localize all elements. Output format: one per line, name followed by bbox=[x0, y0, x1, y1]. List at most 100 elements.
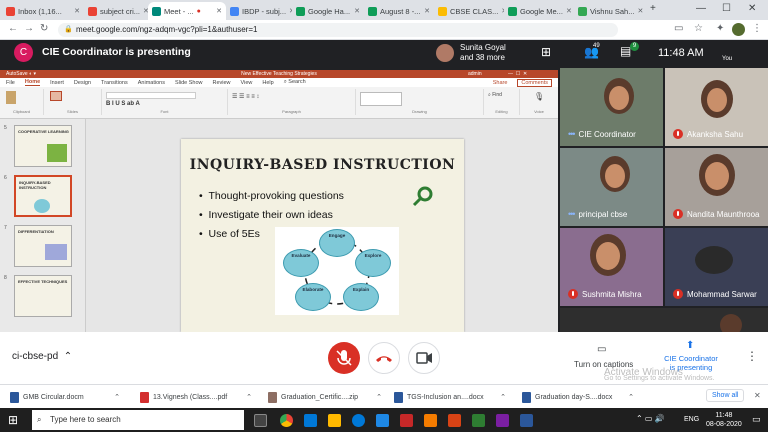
download-item[interactable]: Graduation_Certific....zip ⌃ bbox=[268, 390, 382, 404]
language-indicator[interactable]: ENG bbox=[684, 416, 699, 423]
new-slide-icon[interactable] bbox=[50, 91, 62, 101]
download-item[interactable]: 13.Vignesh (Class....pdf ⌃ bbox=[140, 390, 252, 404]
url-field[interactable]: 🔒 meet.google.com/ngz-adqm-vgc?pli=1&auth… bbox=[58, 23, 618, 37]
participant-tile[interactable]: Sushmita Mishra bbox=[560, 228, 663, 306]
participant-tile[interactable]: ••• CIE Coordinator bbox=[560, 68, 663, 146]
slide-thumbnail[interactable]: COOPERATIVE LEARNING bbox=[14, 125, 72, 167]
show-all-button[interactable]: Show all bbox=[706, 389, 745, 402]
task-view-icon[interactable] bbox=[254, 414, 267, 427]
download-item[interactable]: Graduation day-S....docx ⌃ bbox=[522, 390, 634, 404]
menu-review[interactable]: Review bbox=[213, 80, 231, 86]
chevron-up-icon[interactable]: ⌃ bbox=[114, 393, 120, 401]
notification-icon[interactable]: ▭ bbox=[752, 414, 761, 425]
excel-icon[interactable] bbox=[472, 414, 485, 427]
extensions-icon[interactable]: ✦ bbox=[716, 23, 724, 34]
tab-google-me[interactable]: Google Me... ✕ bbox=[504, 2, 574, 20]
app-icon[interactable] bbox=[400, 414, 413, 427]
menu-search[interactable]: ⌕ Search bbox=[284, 79, 306, 86]
slide-thumbnail-selected[interactable]: INQUIRY-BASED INSTRUCTION bbox=[14, 175, 72, 217]
tab-vishnu[interactable]: Vishnu Sah... ✕ bbox=[574, 2, 646, 20]
comments-button[interactable]: Comments bbox=[517, 78, 552, 87]
menu-design[interactable]: Design bbox=[74, 80, 91, 86]
new-tab-button[interactable]: + bbox=[650, 3, 656, 14]
close-icon[interactable]: ✕ bbox=[74, 7, 80, 15]
muted-mic-icon bbox=[568, 289, 578, 299]
participant-tile-partial[interactable] bbox=[560, 308, 768, 332]
menu-transitions[interactable]: Transitions bbox=[101, 80, 128, 86]
chevron-up-icon[interactable]: ⌃ bbox=[628, 393, 634, 401]
edge-icon[interactable] bbox=[304, 414, 317, 427]
app-icon[interactable] bbox=[496, 414, 509, 427]
paragraph-icons[interactable]: ☰ ☰ ≡ ≡ ↕ bbox=[232, 93, 259, 100]
download-item[interactable]: GMB Circular.docm ⌃ bbox=[10, 390, 120, 404]
star-icon[interactable]: ☆ bbox=[694, 23, 703, 34]
chrome-icon[interactable] bbox=[280, 414, 293, 427]
dictate-icon[interactable]: 🎙 bbox=[534, 92, 544, 101]
tab-google-ha[interactable]: Google Ha... ✕ bbox=[292, 2, 364, 20]
camera-toggle-button[interactable] bbox=[408, 342, 440, 374]
minimize-button[interactable]: — bbox=[696, 3, 706, 14]
end-call-button[interactable] bbox=[368, 342, 400, 374]
tab-august[interactable]: August 8 -... ✕ bbox=[364, 2, 434, 20]
paste-icon[interactable] bbox=[6, 91, 16, 104]
font-format-icons[interactable]: B I U S ab A bbox=[106, 101, 140, 107]
meeting-code[interactable]: ci-cbse-pd ⌃ bbox=[12, 351, 72, 362]
captions-icon[interactable]: ▭ bbox=[597, 344, 606, 355]
taskbar-search[interactable]: ⌕ Type here to search bbox=[32, 410, 244, 430]
word-icon[interactable] bbox=[520, 414, 533, 427]
more-options-icon[interactable]: ⋮ bbox=[746, 349, 758, 363]
taskbar-clock[interactable]: 11:48 08-08-2020 bbox=[706, 411, 742, 429]
explorer-icon[interactable] bbox=[328, 414, 341, 427]
close-icon[interactable]: ✕ bbox=[566, 7, 572, 15]
slide-thumbnail[interactable]: DIFFERENTIATION bbox=[14, 225, 72, 267]
menu-file[interactable]: File bbox=[6, 80, 15, 86]
slide-thumbnail[interactable]: EFFECTIVE TECHNIQUES bbox=[14, 275, 72, 317]
shapes-gallery[interactable] bbox=[360, 92, 402, 106]
camera-icon[interactable]: ▭ bbox=[674, 23, 683, 34]
current-slide[interactable]: INQUIRY-BASED INSTRUCTION • Thought-prov… bbox=[181, 139, 464, 332]
download-item[interactable]: TGS-Inclusion an....docx ⌃ bbox=[394, 390, 506, 404]
ie-icon[interactable] bbox=[352, 414, 365, 427]
participant-tile[interactable]: Akanksha Sahu bbox=[665, 68, 768, 146]
close-icon[interactable]: ✕ bbox=[637, 7, 643, 15]
app-icon[interactable] bbox=[424, 414, 437, 427]
store-icon[interactable] bbox=[376, 414, 389, 427]
grid-layout-icon[interactable]: ⊞ bbox=[541, 45, 551, 59]
tab-meet[interactable]: Meet - ... ● ✕ bbox=[148, 2, 226, 20]
menu-insert[interactable]: Insert bbox=[50, 80, 64, 86]
participant-tile[interactable]: Mohammad Sarwar bbox=[665, 228, 768, 306]
chevron-up-icon[interactable]: ⌃ bbox=[376, 393, 382, 401]
menu-icon[interactable]: ⋮ bbox=[752, 23, 762, 34]
participant-tile[interactable]: Nandita Maunthrooa bbox=[665, 148, 768, 226]
menu-help[interactable]: Help bbox=[262, 80, 273, 86]
font-name-box[interactable] bbox=[106, 92, 196, 99]
menu-animations[interactable]: Animations bbox=[138, 80, 165, 86]
find-icon[interactable]: ⌕ Find bbox=[488, 92, 502, 98]
profile-avatar[interactable] bbox=[732, 23, 745, 36]
menu-view[interactable]: View bbox=[241, 80, 253, 86]
windows-start-icon[interactable]: ⊞ bbox=[8, 413, 18, 427]
chevron-up-icon[interactable]: ⌃ bbox=[500, 393, 506, 401]
powerpoint-icon[interactable] bbox=[448, 414, 461, 427]
close-icon[interactable]: ✕ bbox=[424, 7, 430, 15]
tab-ibdp[interactable]: IBDP - subj... ✕ bbox=[226, 2, 292, 20]
tab-cbse[interactable]: CBSE CLAS...✕ bbox=[434, 2, 504, 20]
back-icon[interactable]: ← bbox=[8, 23, 18, 34]
menu-slideshow[interactable]: Slide Show bbox=[175, 80, 203, 86]
forward-icon[interactable]: → bbox=[24, 23, 34, 34]
close-window-button[interactable]: ✕ bbox=[748, 3, 756, 14]
close-icon[interactable]: ✕ bbox=[216, 7, 222, 15]
close-icon[interactable]: ✕ bbox=[354, 7, 360, 15]
present-icon[interactable]: ⬆ bbox=[686, 340, 694, 351]
tab-subject[interactable]: subject cri... ✕ bbox=[84, 2, 148, 20]
reload-icon[interactable]: ↻ bbox=[40, 23, 48, 34]
share-button[interactable]: Share bbox=[493, 80, 508, 86]
tray-icons[interactable]: ⌃ ▭ 🔊 bbox=[636, 414, 665, 423]
participant-tile[interactable]: ••• principal cbse bbox=[560, 148, 663, 226]
tab-inbox[interactable]: Inbox (1,16... ✕ bbox=[2, 2, 84, 20]
close-icon[interactable]: ✕ bbox=[754, 391, 761, 400]
menu-home[interactable]: Home bbox=[24, 79, 41, 86]
mic-toggle-button[interactable] bbox=[328, 342, 360, 374]
chevron-up-icon[interactable]: ⌃ bbox=[246, 393, 252, 401]
maximize-button[interactable]: ☐ bbox=[722, 3, 731, 14]
